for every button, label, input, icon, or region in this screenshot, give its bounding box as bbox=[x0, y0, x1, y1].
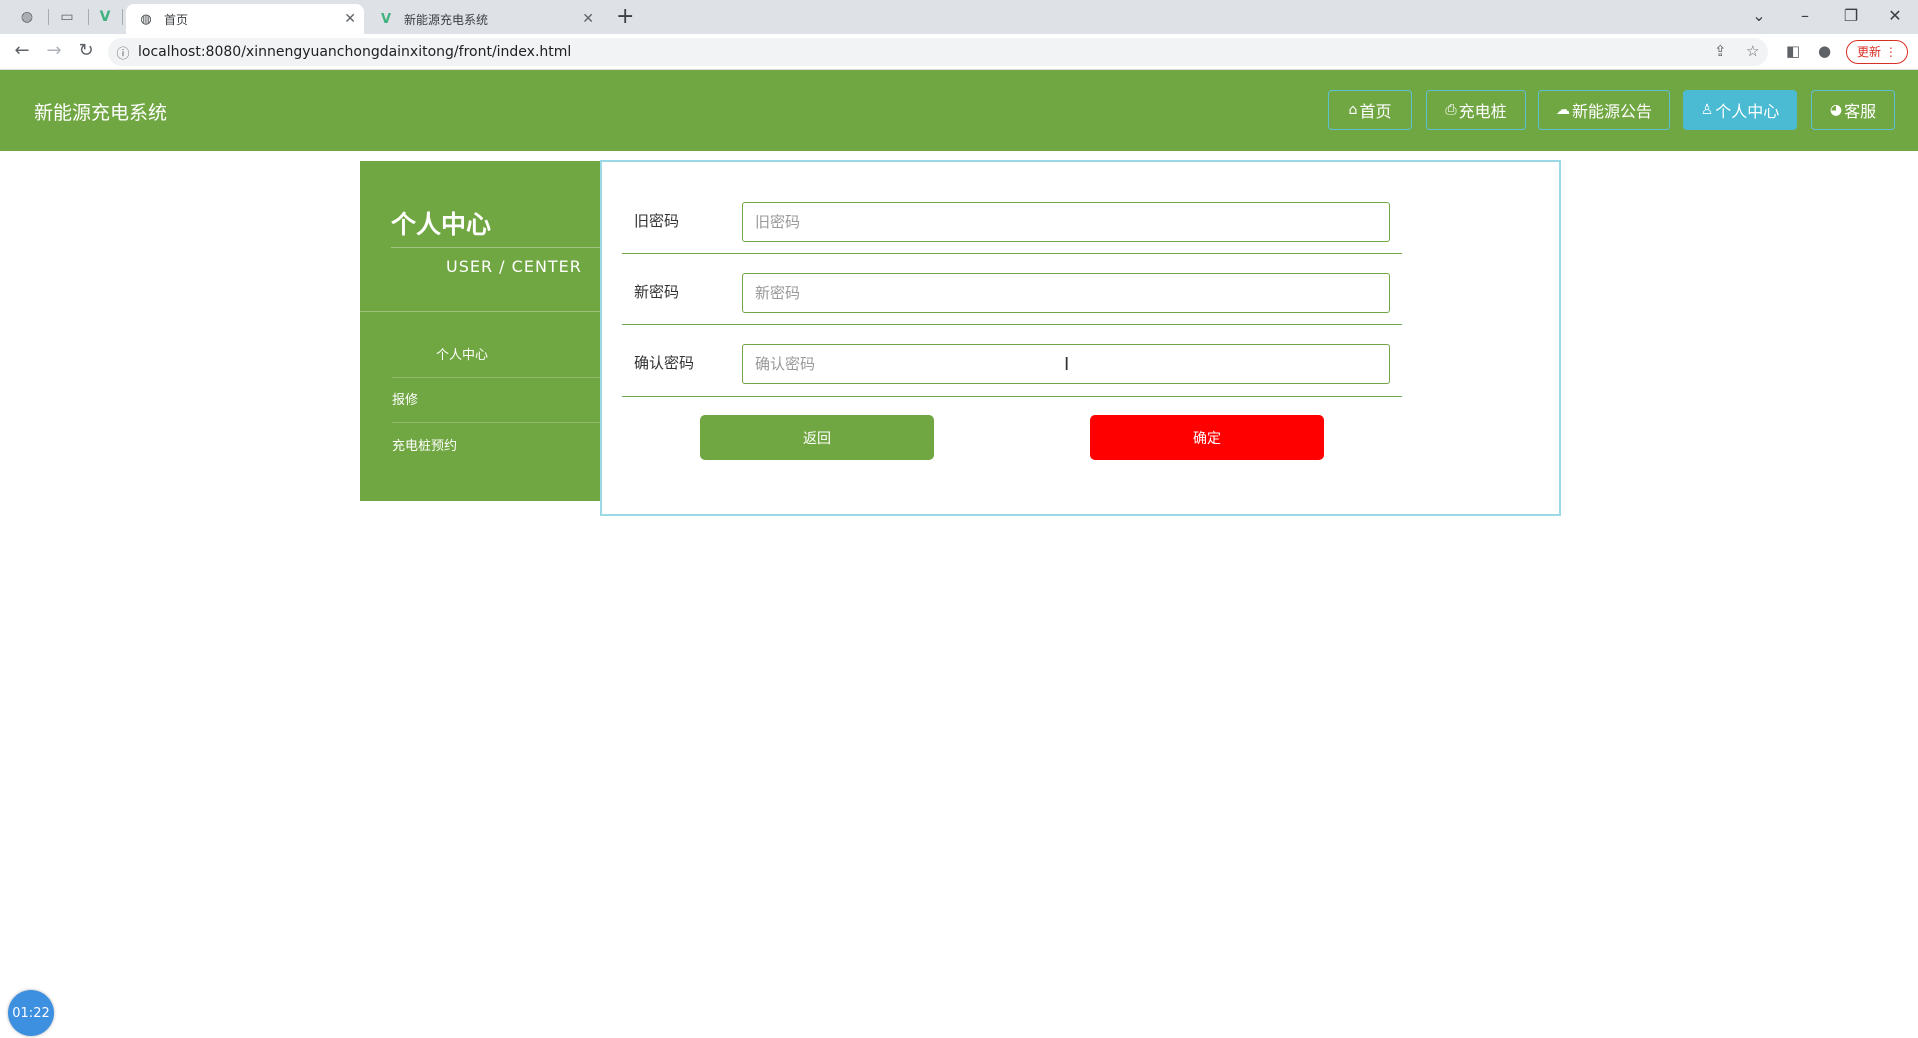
close-tab-icon[interactable]: ✕ bbox=[344, 11, 356, 27]
new-tab-icon[interactable]: + bbox=[616, 4, 634, 29]
nav-announcement[interactable]: ☁ 新能源公告 bbox=[1538, 90, 1670, 130]
pinned-tab-globe-icon[interactable]: ◍ bbox=[14, 6, 40, 28]
confirm-password-row: 确认密码 bbox=[622, 325, 1402, 397]
restore-icon[interactable]: ❐ bbox=[1828, 2, 1874, 30]
back-button[interactable]: 返回 bbox=[700, 415, 934, 460]
address-bar-row: ← → ↻ ⓘ localhost:8080/xinnengyuanchongd… bbox=[0, 34, 1918, 70]
browser-update-button[interactable]: 更新 ⋮ bbox=[1846, 40, 1908, 64]
update-label: 更新 bbox=[1857, 45, 1882, 59]
new-password-label: 新密码 bbox=[634, 283, 680, 301]
site-title: 新能源充电系统 bbox=[34, 102, 168, 124]
nav-customer-service-label: 客服 bbox=[1844, 102, 1877, 121]
site-header: 新能源充电系统 ⌂ 首页 ⎙ 充电桩 ☁ 新能源公告 ♙ 个人中心 ◕ 客服 bbox=[0, 70, 1918, 151]
old-password-row: 旧密码 bbox=[622, 162, 1402, 254]
sidebar-title: 个人中心 bbox=[391, 210, 492, 239]
tab-divider bbox=[88, 9, 89, 25]
site-info-icon[interactable]: ⓘ bbox=[108, 43, 138, 62]
browser-tab-system[interactable]: V 新能源充电系统 ✕ bbox=[366, 4, 602, 34]
sidebar-subtitle: USER / CENTER bbox=[446, 257, 582, 276]
chat-icon: ◕ bbox=[1829, 102, 1843, 118]
sidebar-item-repair[interactable]: 报修 bbox=[392, 379, 600, 423]
browser-tab-home[interactable]: ◍ 首页 ✕ bbox=[126, 4, 364, 34]
globe-icon: ◍ bbox=[140, 11, 152, 27]
nav-personal-center[interactable]: ♙ 个人中心 bbox=[1683, 90, 1797, 130]
pinned-tab-blank-icon[interactable]: ▭ bbox=[54, 6, 80, 28]
browser-tab-bar: ◍ ▭ V ◍ 首页 ✕ V 新能源充电系统 ✕ + ⌄ – ❐ ✕ bbox=[0, 0, 1918, 34]
new-password-row: 新密码 bbox=[622, 254, 1402, 325]
tab-search-chevron-icon[interactable]: ⌄ bbox=[1736, 2, 1782, 30]
close-window-icon[interactable]: ✕ bbox=[1872, 2, 1918, 30]
nav-home-label: 首页 bbox=[1359, 102, 1392, 121]
tab-title: 新能源充电系统 bbox=[404, 12, 489, 27]
confirm-button[interactable]: 确定 bbox=[1090, 415, 1324, 460]
nav-announcement-label: 新能源公告 bbox=[1571, 102, 1652, 121]
close-tab-icon[interactable]: ✕ bbox=[582, 11, 594, 27]
reload-icon[interactable]: ↻ bbox=[74, 40, 98, 61]
timer-badge[interactable]: 01:22 bbox=[8, 990, 54, 1036]
sidebar: 个人中心 USER / CENTER 个人中心 报修 充电桩预约 bbox=[360, 161, 600, 501]
printer-icon: ⎙ bbox=[1445, 102, 1457, 118]
back-arrow-icon[interactable]: ← bbox=[10, 40, 34, 61]
vue-logo-icon: V bbox=[380, 11, 392, 27]
user-icon: ♙ bbox=[1700, 102, 1714, 118]
sidebar-divider bbox=[391, 247, 600, 248]
nav-personal-center-label: 个人中心 bbox=[1715, 102, 1780, 121]
url-field[interactable]: ⓘ localhost:8080/xinnengyuanchongdainxit… bbox=[108, 38, 1768, 66]
nav-home[interactable]: ⌂ 首页 bbox=[1328, 90, 1412, 130]
password-form-panel: 旧密码 新密码 确认密码 返回 确定 bbox=[600, 160, 1561, 516]
share-icon[interactable]: ⇪ bbox=[1714, 42, 1727, 60]
tab-title: 首页 bbox=[164, 12, 189, 27]
sidebar-divider bbox=[360, 311, 600, 312]
bookmark-star-icon[interactable]: ☆ bbox=[1746, 42, 1759, 60]
nav-customer-service[interactable]: ◕ 客服 bbox=[1811, 90, 1895, 130]
tab-divider bbox=[48, 9, 49, 25]
old-password-label: 旧密码 bbox=[634, 212, 680, 230]
minimize-icon[interactable]: – bbox=[1782, 2, 1828, 30]
home-icon: ⌂ bbox=[1348, 102, 1358, 118]
old-password-input[interactable] bbox=[742, 202, 1390, 242]
confirm-password-label: 确认密码 bbox=[634, 354, 695, 372]
sidebar-item-reservation[interactable]: 充电桩预约 bbox=[392, 425, 600, 469]
pinned-tab-vue-icon[interactable]: V bbox=[92, 6, 118, 28]
new-password-input[interactable] bbox=[742, 273, 1390, 313]
url-text: localhost:8080/xinnengyuanchongdainxiton… bbox=[138, 44, 572, 60]
forward-arrow-icon[interactable]: → bbox=[42, 40, 66, 61]
sidebar-item-personal-center[interactable]: 个人中心 bbox=[392, 334, 600, 378]
profile-avatar-icon[interactable]: ● bbox=[1818, 42, 1831, 60]
side-panel-icon[interactable]: ◧ bbox=[1786, 42, 1800, 60]
nav-charging-pile[interactable]: ⎙ 充电桩 bbox=[1426, 90, 1526, 130]
tab-divider bbox=[122, 9, 123, 25]
text-cursor-icon: I bbox=[1064, 354, 1070, 375]
cloud-icon: ☁ bbox=[1555, 102, 1570, 118]
nav-charging-pile-label: 充电桩 bbox=[1458, 102, 1507, 121]
